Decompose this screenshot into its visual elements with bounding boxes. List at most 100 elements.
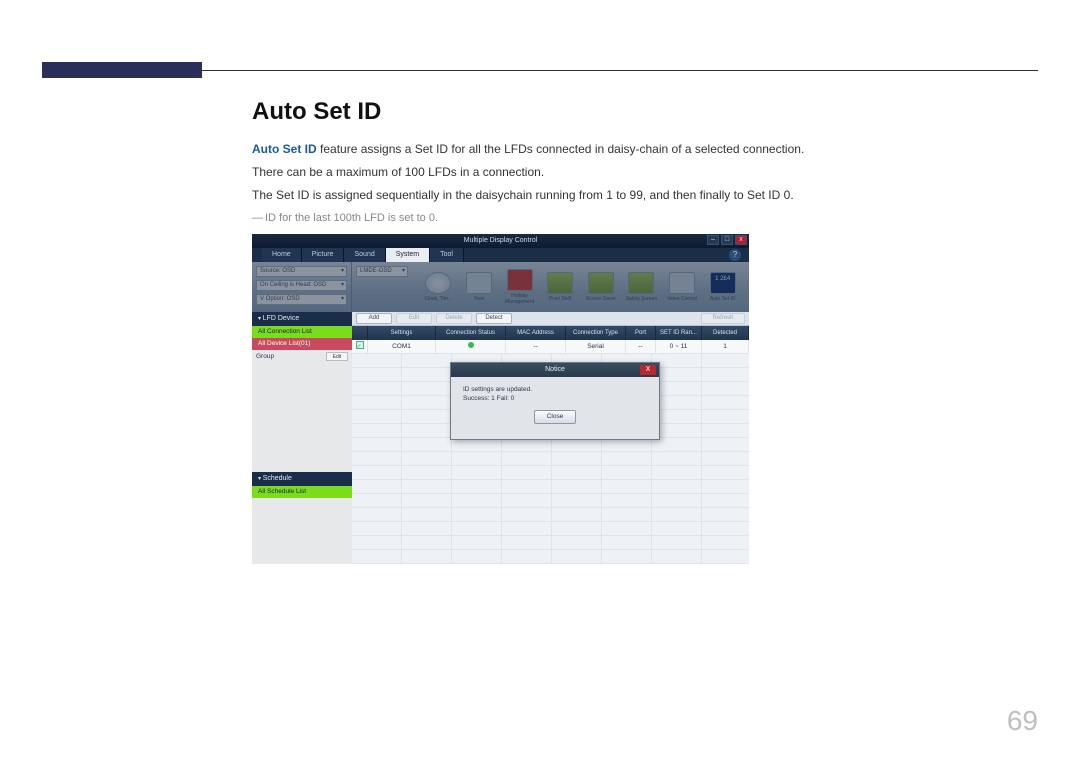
- tool-clock[interactable]: Clock, Tim...: [418, 272, 458, 302]
- page-number: 69: [1007, 705, 1038, 737]
- lead-term: Auto Set ID: [252, 142, 317, 156]
- titlebar: Multiple Display Control – □ x: [252, 234, 749, 248]
- tool-label: Tone: [474, 296, 485, 302]
- col-check: [352, 326, 368, 340]
- cell-check[interactable]: [352, 340, 368, 353]
- tab-home[interactable]: Home: [262, 248, 302, 262]
- screensaver-icon: [588, 272, 614, 294]
- sidebar-all-device-list[interactable]: All Device List(01): [252, 338, 352, 350]
- tone-icon: [466, 272, 492, 294]
- maximize-button[interactable]: □: [721, 235, 733, 245]
- left-accent-bar: [42, 62, 202, 78]
- tool-safetyscreen[interactable]: Safety Screen: [621, 272, 661, 302]
- tool-label: Safety Screen: [626, 296, 657, 302]
- sidebar-all-connection-list[interactable]: All Connection List: [252, 326, 352, 338]
- edit-button[interactable]: Edit: [396, 313, 432, 324]
- sidebar-spacer: [252, 364, 352, 473]
- pixelshift-icon: [547, 272, 573, 294]
- detect-button[interactable]: Detect: [476, 313, 512, 324]
- tab-sound[interactable]: Sound: [344, 248, 385, 262]
- tab-system[interactable]: System: [386, 248, 430, 262]
- tool-tone[interactable]: Tone: [459, 272, 499, 302]
- app-title: Multiple Display Control: [464, 237, 538, 244]
- tool-label: Video Control: [667, 296, 697, 302]
- cell-type: Serial: [566, 340, 626, 353]
- sidebar-lfd-device[interactable]: LFD Device: [252, 312, 352, 326]
- sidebar-group-row: Group Edit: [252, 350, 352, 364]
- cell-status: [436, 340, 506, 353]
- col-settings: Settings: [368, 326, 436, 340]
- cell-detected: 1: [702, 340, 749, 353]
- sidebar-edit-button[interactable]: Edit: [326, 352, 348, 361]
- note-line: ID for the last 100th LFD is set to 0.: [252, 212, 1012, 224]
- cell-range: 0 ~ 11: [656, 340, 702, 353]
- help-icon[interactable]: ?: [729, 249, 741, 261]
- main-panel: Add Edit Delete Detect Refresh Settings …: [352, 312, 749, 564]
- paragraph-2: There can be a maximum of 100 LFDs in a …: [252, 163, 1012, 182]
- table-toolbar: Add Edit Delete Detect Refresh: [352, 312, 749, 326]
- tool-label: Clock, Tim...: [425, 296, 453, 302]
- sidebar-spacer2: [252, 498, 352, 563]
- tool-pixelshift[interactable]: Pixel Shift: [540, 272, 580, 302]
- tool-label: Auto Set ID: [710, 296, 736, 302]
- holiday-icon: [507, 269, 533, 291]
- dialog-close-button[interactable]: X: [640, 365, 656, 375]
- dialog-line1: ID settings are updated.: [463, 385, 647, 395]
- dialog-title: Notice X: [451, 363, 659, 377]
- window-buttons: – □ x: [707, 235, 747, 245]
- ribbon-left-panel: Source: OSD On Ceiling is Head: OSD V Op…: [252, 262, 352, 312]
- tab-picture[interactable]: Picture: [302, 248, 345, 262]
- autosetid-icon: [710, 272, 736, 294]
- table-row[interactable]: COM1 -- Serial -- 0 ~ 11 1: [352, 340, 749, 354]
- ceiling-combo[interactable]: On Ceiling is Head: OSD: [256, 280, 347, 291]
- status-dot-icon: [468, 342, 474, 348]
- tool-holiday[interactable]: Holiday Management: [500, 269, 540, 305]
- safety-icon: [628, 272, 654, 294]
- delete-button[interactable]: Delete: [436, 313, 472, 324]
- lmde-combo[interactable]: LMDE-OSD: [356, 266, 408, 277]
- video-icon: [669, 272, 695, 294]
- notice-dialog: Notice X ID settings are updated. Succes…: [450, 362, 660, 440]
- tool-label: Holiday Management: [505, 293, 534, 305]
- col-setidrange: SET ID Ran...: [656, 326, 702, 340]
- col-mac: MAC Address: [506, 326, 566, 340]
- cell-settings: COM1: [368, 340, 436, 353]
- intro-paragraph: Auto Set ID feature assigns a Set ID for…: [252, 140, 1012, 159]
- minimize-button[interactable]: –: [707, 235, 719, 245]
- add-button[interactable]: Add: [356, 313, 392, 324]
- ribbon-tools: Clock, Tim... Tone Holiday Management Pi…: [412, 262, 749, 312]
- sidebar: LFD Device All Connection List All Devic…: [252, 312, 352, 564]
- voption-combo[interactable]: V Option: OSD: [256, 294, 347, 305]
- paragraph-3: The Set ID is assigned sequentially in t…: [252, 186, 1012, 205]
- clock-icon: [425, 272, 451, 294]
- dialog-line2: Success: 1 Fail: 0: [463, 394, 647, 404]
- tool-autosetid[interactable]: Auto Set ID: [703, 272, 743, 302]
- sidebar-group-label: Group: [256, 353, 274, 360]
- col-conntype: Connection Type: [566, 326, 626, 340]
- col-port: Port: [626, 326, 656, 340]
- tab-tool[interactable]: Tool: [430, 248, 464, 262]
- app-window: Multiple Display Control – □ x Home Pict…: [252, 234, 749, 564]
- dialog-title-text: Notice: [545, 366, 565, 373]
- table-header: Settings Connection Status MAC Address C…: [352, 326, 749, 340]
- checkbox-icon[interactable]: [356, 341, 364, 349]
- sidebar-schedule[interactable]: Schedule: [252, 472, 352, 486]
- cell-mac: --: [506, 340, 566, 353]
- col-detected: Detected Devices: [702, 326, 749, 340]
- tool-screensaver[interactable]: Screen Saver: [581, 272, 621, 302]
- page-heading: Auto Set ID: [252, 98, 1012, 126]
- cell-port: --: [626, 340, 656, 353]
- close-button[interactable]: x: [735, 235, 747, 245]
- dialog-ok-button[interactable]: Close: [534, 410, 576, 424]
- ribbon: Source: OSD On Ceiling is Head: OSD V Op…: [252, 262, 749, 312]
- refresh-button[interactable]: Refresh: [701, 313, 745, 324]
- tool-videocontrol[interactable]: Video Control: [662, 272, 702, 302]
- main-tabs: Home Picture Sound System Tool ?: [252, 248, 749, 262]
- page-content: Auto Set ID Auto Set ID feature assigns …: [252, 98, 1012, 564]
- source-combo[interactable]: Source: OSD: [256, 266, 347, 277]
- body-split: LFD Device All Connection List All Devic…: [252, 312, 749, 564]
- lead-rest: feature assigns a Set ID for all the LFD…: [317, 142, 805, 156]
- sidebar-all-schedule-list[interactable]: All Schedule List: [252, 486, 352, 498]
- dialog-body: ID settings are updated. Success: 1 Fail…: [451, 377, 659, 433]
- col-connstatus: Connection Status: [436, 326, 506, 340]
